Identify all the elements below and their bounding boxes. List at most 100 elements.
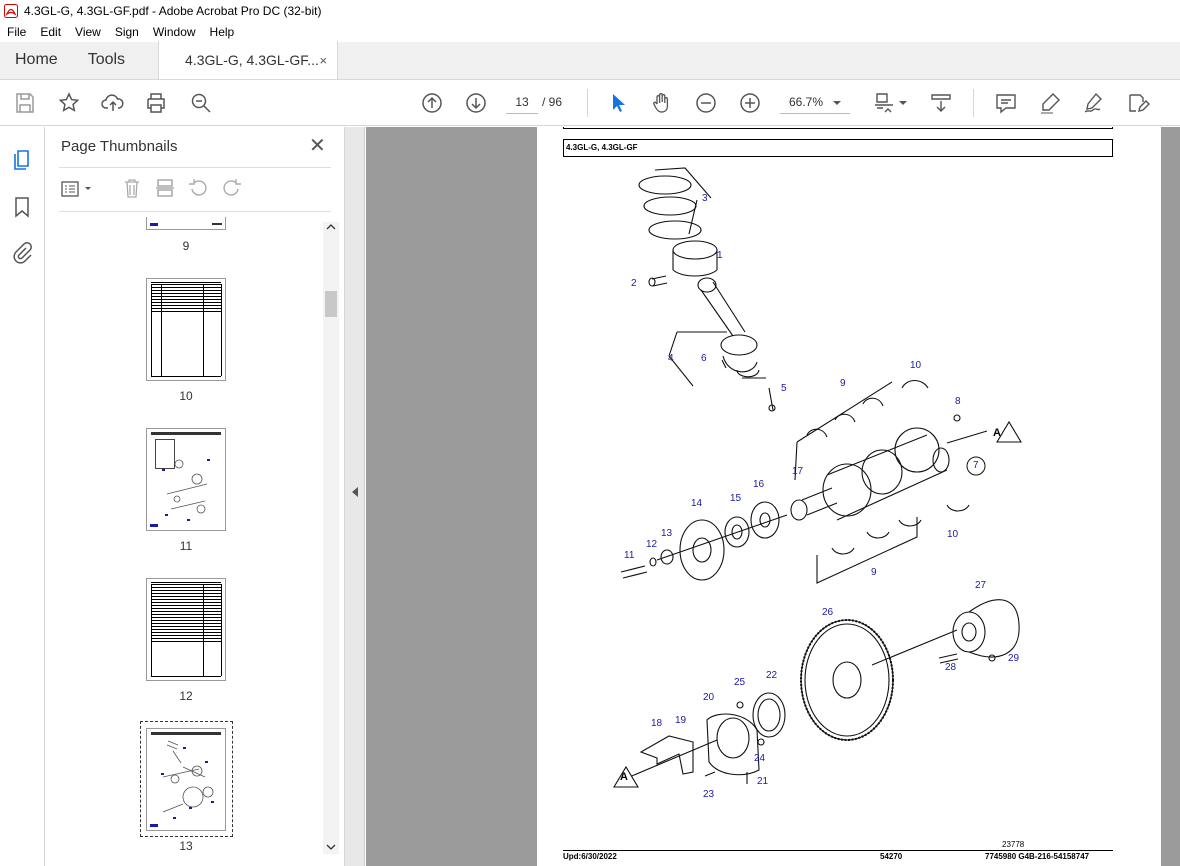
callout-label: 2 <box>631 278 637 289</box>
menu-view[interactable]: View <box>68 25 108 39</box>
acrobat-icon <box>4 4 18 18</box>
search-icon[interactable] <box>189 91 213 115</box>
callout-label: 5 <box>781 383 787 394</box>
delete-pages-icon[interactable] <box>121 177 143 199</box>
callout-label: 6 <box>701 353 707 364</box>
zoom-in-icon[interactable] <box>738 91 762 115</box>
bookmarks-icon[interactable] <box>10 195 34 219</box>
rotate-right-icon[interactable] <box>221 177 243 199</box>
callout-label: 25 <box>734 677 746 688</box>
scroll-down-icon[interactable] <box>325 841 337 853</box>
next-page-icon[interactable] <box>464 91 488 115</box>
page-number-input[interactable]: 13 <box>506 90 538 114</box>
callout-label: 9 <box>840 378 846 389</box>
callout-label: 28 <box>945 662 957 673</box>
callout-label: 29 <box>1008 653 1020 664</box>
tab-home[interactable]: Home <box>0 41 73 79</box>
fill-sign-icon[interactable] <box>1082 91 1106 115</box>
callout-label: 4 <box>668 353 674 364</box>
collapse-panel-arrow-icon[interactable] <box>350 485 360 499</box>
zoom-dropdown-chevron-icon[interactable] <box>830 91 844 115</box>
thumbnail-page-12[interactable] <box>146 578 226 681</box>
callout-label: 26 <box>822 607 834 618</box>
tab-tools-label: Tools <box>87 51 126 68</box>
callout-label: 11 <box>624 550 635 561</box>
attachments-paperclip-icon[interactable] <box>10 240 34 264</box>
thumbnail-label: 11 <box>179 539 193 553</box>
thumbnail-options-icon[interactable] <box>59 179 99 199</box>
tab-document[interactable]: 4.3GL-G, 4.3GL-GF... × <box>158 41 339 79</box>
callout-label: 7 <box>973 460 979 471</box>
panel-divider-2 <box>59 211 331 212</box>
tab-close-button[interactable]: × <box>319 53 327 68</box>
panel-title: Page Thumbnails <box>61 138 178 155</box>
thumbnail-label: 10 <box>179 389 193 403</box>
menu-help[interactable]: Help <box>203 25 242 39</box>
figure-number: 23778 <box>1002 840 1025 849</box>
callout-label: 19 <box>675 715 687 726</box>
callout-label: 24 <box>754 753 766 764</box>
callout-label: 8 <box>955 396 961 407</box>
toolbar-divider-2 <box>973 89 974 117</box>
tab-home-label: Home <box>15 51 58 68</box>
print-icon[interactable] <box>144 91 168 115</box>
share-upload-icon[interactable] <box>101 91 125 115</box>
thumbnail-page-10[interactable] <box>146 278 226 381</box>
callout-label: 21 <box>757 776 769 787</box>
menu-sign[interactable]: Sign <box>108 25 146 39</box>
thumbnail-page-11[interactable] <box>146 428 226 531</box>
callout-label: 10 <box>910 360 922 371</box>
rotate-left-icon[interactable] <box>187 177 209 199</box>
exploded-parts-diagram <box>613 167 1022 788</box>
tab-tools[interactable]: Tools <box>73 41 140 79</box>
page-fit-icon[interactable] <box>872 91 896 115</box>
callout-label: 3 <box>702 193 708 204</box>
menu-bar: File Edit View Sign Window Help <box>0 22 1180 42</box>
menu-edit[interactable]: Edit <box>33 25 68 39</box>
panel-divider <box>59 167 331 168</box>
page-fit-dropdown-icon[interactable] <box>897 91 909 115</box>
tab-document-label: 4.3GL-G, 4.3GL-GF... <box>185 52 319 68</box>
navigation-rail <box>0 127 45 866</box>
callout-label: 27 <box>975 580 987 591</box>
footer-date: Upd:6/30/2022 <box>563 852 617 861</box>
callout-label: 16 <box>753 479 765 490</box>
page-header-text: 4.3GL-G, 4.3GL-GF <box>566 143 638 152</box>
thumbnails-panel: Page Thumbnails ✕ 9 10 11 12 13 <box>45 127 345 866</box>
callout-label: 1 <box>717 250 723 261</box>
thumbnail-scrollbar-thumb[interactable] <box>325 291 337 317</box>
save-icon[interactable] <box>13 91 37 115</box>
scroll-up-icon[interactable] <box>325 221 337 233</box>
menu-file[interactable]: File <box>0 25 33 39</box>
previous-page-icon[interactable] <box>420 91 444 115</box>
callout-label: 17 <box>792 466 804 477</box>
menu-window[interactable]: Window <box>146 25 203 39</box>
hand-tool-icon[interactable] <box>650 91 674 115</box>
zoom-value: 66.7% <box>789 95 824 109</box>
scroll-mode-icon[interactable] <box>929 91 953 115</box>
edit-pdf-icon[interactable] <box>1126 91 1150 115</box>
thumbnail-page-13[interactable] <box>146 728 226 831</box>
callout-label: 13 <box>661 528 673 539</box>
comment-icon[interactable] <box>994 91 1018 115</box>
callout-label: 18 <box>651 718 663 729</box>
tab-bar: Home Tools 4.3GL-G, 4.3GL-GF... × <box>0 41 1180 80</box>
panel-splitter[interactable] <box>345 127 365 866</box>
thumbnail-label: 9 <box>182 239 190 253</box>
highlight-pen-icon[interactable] <box>1038 91 1062 115</box>
callout-label: 12 <box>646 539 658 550</box>
select-cursor-icon[interactable] <box>606 91 630 115</box>
thumbnail-label: 12 <box>179 689 193 703</box>
bookmark-star-icon[interactable] <box>57 91 81 115</box>
thumbnail-page-9[interactable] <box>146 217 226 230</box>
window-title-bar: 4.3GL-G, 4.3GL-GF.pdf - Adobe Acrobat Pr… <box>0 0 1180 22</box>
footer-rule <box>563 850 1113 851</box>
callout-label: 22 <box>766 670 778 681</box>
zoom-out-icon[interactable] <box>694 91 718 115</box>
callout-label: 23 <box>703 789 715 800</box>
insert-pages-icon[interactable] <box>154 177 176 199</box>
panel-close-button[interactable]: ✕ <box>309 136 326 156</box>
thumbnail-label: 13 <box>179 839 193 853</box>
page-thumbnails-icon[interactable] <box>10 148 34 172</box>
page-total: / 96 <box>542 95 563 109</box>
